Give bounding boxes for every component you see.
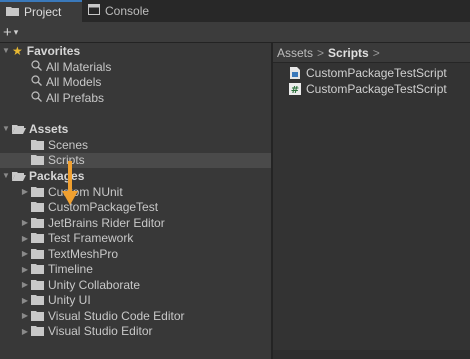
breadcrumb-separator: > xyxy=(317,45,325,60)
breadcrumb: Assets > Scripts > xyxy=(273,43,470,63)
tree-item-package[interactable]: ▶ Timeline xyxy=(0,262,290,278)
asset-item[interactable]: CustomPackageTestScript xyxy=(289,65,447,80)
tree-item-all-materials[interactable]: All Materials xyxy=(0,59,302,75)
folder-icon xyxy=(6,5,19,19)
create-button[interactable]: + ▾ xyxy=(3,22,18,42)
star-icon: ★ xyxy=(12,43,23,58)
asset-name: CustomPackageTestScript xyxy=(306,65,447,80)
expand-arrow-icon[interactable]: ▶ xyxy=(19,280,31,289)
tree-item-package[interactable]: ▶ Custom NUnit xyxy=(0,184,290,200)
tree-item-label: All Prefabs xyxy=(46,90,105,105)
favorites-label: Favorites xyxy=(26,43,81,58)
tree-item-label: Scenes xyxy=(48,137,89,152)
tree-item-package[interactable]: CustomPackageTest xyxy=(0,200,302,216)
search-icon xyxy=(31,60,43,74)
plus-icon: + xyxy=(3,23,12,41)
assets-label: Assets xyxy=(29,121,69,136)
folder-icon xyxy=(31,326,45,337)
tree-item-scripts[interactable]: Scripts xyxy=(0,152,302,168)
tree-item-label: Unity UI xyxy=(48,293,91,308)
tree-item-label: JetBrains Rider Editor xyxy=(48,215,165,230)
expand-arrow-icon[interactable]: ▼ xyxy=(0,124,12,133)
chevron-down-icon: ▾ xyxy=(13,26,19,37)
folder-open-icon xyxy=(12,124,26,134)
expand-arrow-icon[interactable]: ▶ xyxy=(19,187,31,196)
asset-list-panel: Assets > Scripts > CustomPackageTestScri… xyxy=(273,43,470,359)
folder-icon xyxy=(31,186,45,197)
expand-arrow-icon[interactable]: ▶ xyxy=(19,234,31,243)
toolbar: + ▾ xyxy=(0,22,470,43)
tree-assets[interactable]: ▼ Assets xyxy=(0,121,271,137)
csharp-script-icon: # xyxy=(289,82,301,96)
tab-bar: Project Console xyxy=(0,0,470,22)
tree-item-package[interactable]: ▶ Test Framework xyxy=(0,231,290,247)
expand-arrow-icon[interactable]: ▼ xyxy=(0,171,12,180)
folder-icon xyxy=(31,310,45,321)
expand-arrow-icon[interactable]: ▶ xyxy=(19,249,31,258)
tree-item-all-prefabs[interactable]: All Prefabs xyxy=(0,90,302,106)
folder-icon xyxy=(31,155,45,166)
tab-project-label: Project xyxy=(24,5,62,19)
search-icon xyxy=(31,91,43,105)
expand-arrow-icon[interactable]: ▼ xyxy=(0,46,12,55)
tree-item-label: All Models xyxy=(46,75,102,90)
asmdef-icon xyxy=(289,66,301,79)
tree-item-package[interactable]: ▶ Unity Collaborate xyxy=(0,277,290,293)
tab-console-label: Console xyxy=(105,4,150,18)
folder-icon xyxy=(31,279,45,290)
tree-item-package[interactable]: ▶ Visual Studio Editor xyxy=(0,324,290,340)
tree-item-package[interactable]: ▶ TextMeshPro xyxy=(0,246,290,262)
svg-text:#: # xyxy=(291,85,299,95)
folder-open-icon xyxy=(12,171,26,181)
tab-project[interactable]: Project xyxy=(0,0,82,22)
tree-item-label: Timeline xyxy=(48,262,93,277)
expand-arrow-icon[interactable]: ▶ xyxy=(19,327,31,336)
tree-item-package[interactable]: ▶ Unity UI xyxy=(0,293,290,309)
folder-icon xyxy=(31,202,45,213)
folder-icon xyxy=(31,139,45,150)
tree-item-package[interactable]: ▶ Visual Studio Code Editor xyxy=(0,308,290,324)
project-tree: ▼ ★ Favorites All Materials All Models A… xyxy=(0,43,302,359)
tree-item-all-models[interactable]: All Models xyxy=(0,75,302,91)
tree-packages[interactable]: ▼ Packages xyxy=(0,168,271,184)
tab-console[interactable]: Console xyxy=(82,0,160,22)
tree-item-label: TextMeshPro xyxy=(48,246,119,261)
console-icon xyxy=(88,4,100,18)
horizontal-scrollbar[interactable] xyxy=(273,350,470,359)
asset-name: CustomPackageTestScript xyxy=(306,81,447,96)
tree-item-label: Visual Studio Code Editor xyxy=(48,308,185,323)
tree-item-label: All Materials xyxy=(46,59,112,74)
tree-item-scenes[interactable]: Scenes xyxy=(0,137,302,153)
expand-arrow-icon[interactable]: ▶ xyxy=(19,296,31,305)
search-icon xyxy=(31,75,43,89)
folder-icon xyxy=(31,217,45,228)
folder-icon xyxy=(31,264,45,275)
expand-arrow-icon[interactable]: ▶ xyxy=(19,265,31,274)
tree-item-label: Visual Studio Editor xyxy=(48,324,153,339)
pointer-arrow-icon xyxy=(60,161,80,212)
folder-icon xyxy=(31,295,45,306)
tree-item-package[interactable]: ▶ JetBrains Rider Editor xyxy=(0,215,290,231)
breadcrumb-separator: > xyxy=(372,45,380,60)
tree-favorites[interactable]: ▼ ★ Favorites xyxy=(0,43,271,59)
breadcrumb-scripts[interactable]: Scripts xyxy=(328,46,369,60)
tree-item-label: Test Framework xyxy=(48,231,134,246)
folder-icon xyxy=(31,248,45,259)
breadcrumb-assets[interactable]: Assets xyxy=(277,46,313,60)
expand-arrow-icon[interactable]: ▶ xyxy=(19,218,31,227)
tree-item-label: Unity Collaborate xyxy=(48,277,141,292)
asset-item[interactable]: # CustomPackageTestScript xyxy=(289,81,447,96)
folder-icon xyxy=(31,233,45,244)
expand-arrow-icon[interactable]: ▶ xyxy=(19,311,31,320)
